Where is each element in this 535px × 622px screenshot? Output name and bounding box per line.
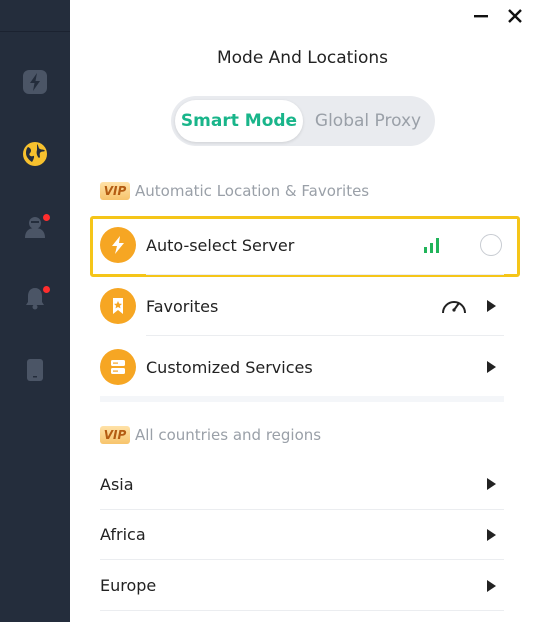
row-divider xyxy=(100,610,504,611)
section-title: Automatic Location & Favorites xyxy=(135,182,370,200)
server-icon xyxy=(111,360,125,374)
row-divider xyxy=(146,335,504,336)
chevron-right-icon xyxy=(487,528,496,541)
favorites-section-header: VIP Automatic Location & Favorites xyxy=(100,182,369,200)
section-divider xyxy=(100,396,504,402)
lightning-icon xyxy=(23,70,47,94)
chevron-right-icon xyxy=(487,300,496,312)
region-label: Africa xyxy=(100,525,146,544)
close-icon xyxy=(508,9,522,23)
lightning-icon xyxy=(112,236,124,254)
close-button[interactable] xyxy=(505,6,525,26)
smart-mode-tab[interactable]: Smart Mode xyxy=(175,100,303,142)
sidebar-divider xyxy=(0,31,70,32)
region-item-asia[interactable]: Asia xyxy=(100,458,504,510)
vip-badge: VIP xyxy=(100,182,130,200)
sidebar-item-connect[interactable] xyxy=(21,68,49,96)
list-item-label: Favorites xyxy=(146,296,219,316)
list-item-auto-select[interactable]: Auto-select Server xyxy=(100,215,504,275)
sidebar xyxy=(0,0,70,622)
sidebar-item-locations[interactable] xyxy=(21,140,49,168)
list-item-favorites[interactable]: Favorites xyxy=(100,276,504,336)
device-icon xyxy=(27,359,43,381)
global-proxy-tab[interactable]: Global Proxy xyxy=(305,100,431,142)
speedometer-icon[interactable] xyxy=(440,296,468,316)
auto-select-radio[interactable] xyxy=(480,234,502,256)
sidebar-item-account[interactable] xyxy=(21,212,50,240)
list-item-customized-services[interactable]: Customized Services xyxy=(100,337,504,397)
region-item-europe[interactable]: Europe xyxy=(100,560,504,611)
row-divider xyxy=(146,274,504,275)
region-label: Europe xyxy=(100,576,157,595)
minimize-icon xyxy=(474,15,488,18)
section-title: All countries and regions xyxy=(135,426,322,444)
globe-icon xyxy=(23,142,47,166)
notification-badge xyxy=(43,286,50,293)
signal-bars-icon xyxy=(424,238,439,253)
chevron-right-icon xyxy=(487,478,496,490)
regions-section-header: VIP All countries and regions xyxy=(100,426,321,444)
region-item-africa[interactable]: Africa xyxy=(100,509,504,560)
page-title: Mode And Locations xyxy=(216,48,389,68)
vip-badge: VIP xyxy=(100,426,130,444)
region-label: Asia xyxy=(100,474,134,494)
auto-select-icon-wrap xyxy=(100,227,136,263)
list-item-label: Customized Services xyxy=(146,357,313,377)
sidebar-item-notifications[interactable] xyxy=(21,284,50,312)
account-badge xyxy=(43,214,50,221)
favorites-icon-wrap xyxy=(100,288,136,324)
chevron-right-icon xyxy=(487,361,496,373)
customized-services-icon-wrap xyxy=(100,349,136,385)
minimize-button[interactable] xyxy=(471,6,491,26)
main-panel: Mode And Locations Smart Mode Global Pro… xyxy=(70,0,535,622)
sidebar-item-devices[interactable] xyxy=(21,356,49,384)
mode-toggle: Smart Mode Global Proxy xyxy=(171,96,435,146)
chevron-right-icon xyxy=(487,579,496,592)
bookmark-icon xyxy=(113,298,123,314)
list-item-label: Auto-select Server xyxy=(146,235,295,255)
